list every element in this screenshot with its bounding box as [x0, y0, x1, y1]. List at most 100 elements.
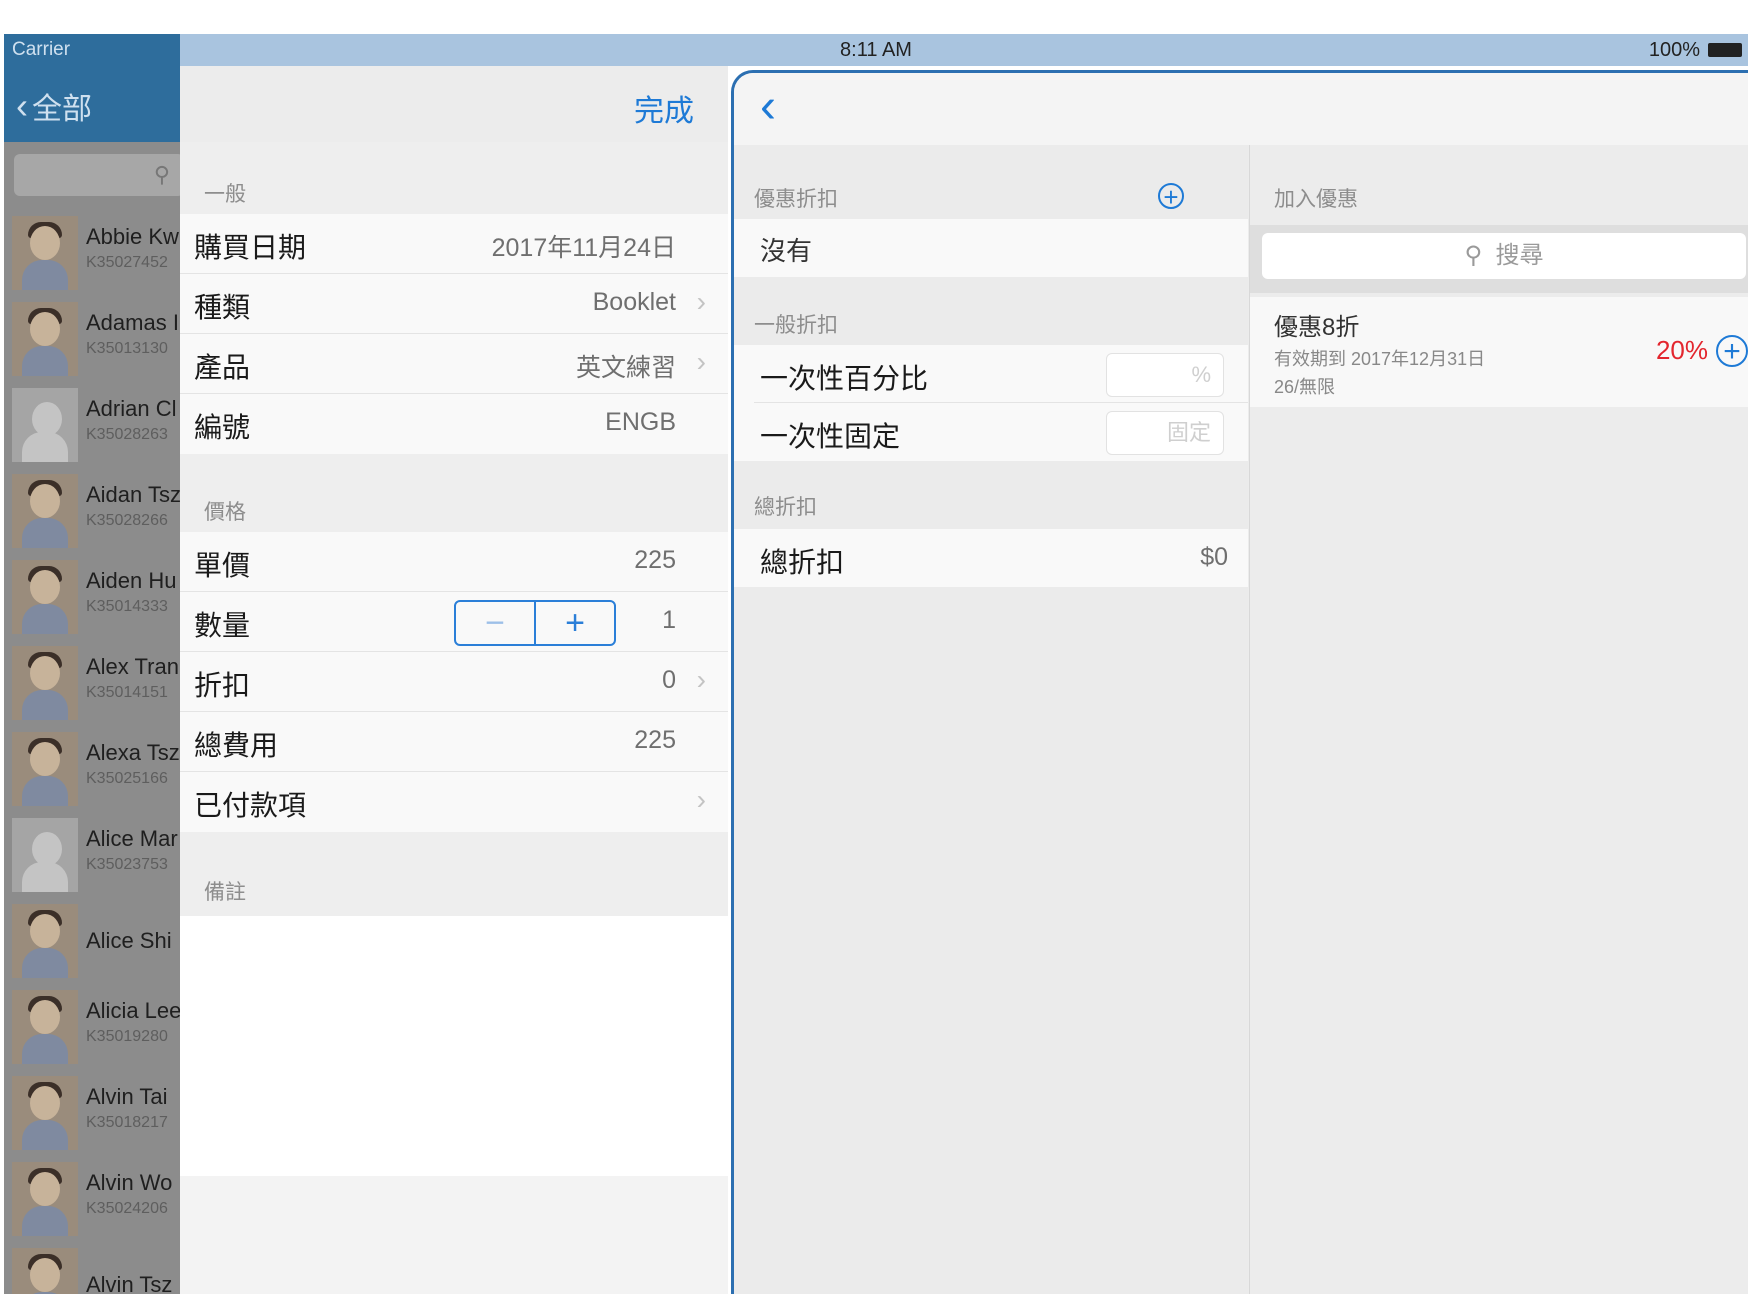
contact-name: Adrian Cl: [86, 396, 177, 421]
notes-section-title: 備註: [204, 881, 246, 904]
contact-name: Alexa Tsz: [86, 740, 180, 765]
total-discount-value: $0: [1200, 543, 1228, 571]
avatar-placeholder-icon: [12, 818, 78, 892]
detail-row-label: 種類: [194, 292, 251, 323]
detail-row-label: 購買日期: [194, 232, 307, 263]
details-footer-area: [180, 1176, 728, 1294]
promo-item-percent: 20%: [1655, 335, 1708, 365]
detail-row: 數量 1 − +: [180, 592, 728, 652]
contact-code: K35014333: [86, 598, 168, 615]
detail-row-label: 產品: [194, 352, 251, 383]
promo-list-item[interactable]: 優惠8折 有效期到 2017年12月31日 26/無限 20% +: [1250, 297, 1748, 407]
detail-row[interactable]: 種類 Booklet ›: [180, 274, 728, 334]
contact-list-item[interactable]: Adamas I K35013130: [4, 296, 180, 382]
contact-name: Adamas I: [86, 310, 179, 335]
contact-name: Alex Tran: [86, 654, 179, 679]
increment-button[interactable]: +: [536, 602, 614, 644]
detail-row: 單價 225: [180, 532, 728, 592]
promo-search-input[interactable]: ⚲ 搜尋: [1262, 233, 1746, 279]
avatar: [12, 1076, 78, 1150]
detail-row-label: 單價: [194, 550, 251, 581]
discount-panel: ‹ 優惠折扣 + 沒有 一般折扣 一次性百分比 % 一次性固定 固定 總折扣 總…: [731, 70, 1748, 1294]
contact-list-item[interactable]: Alice Shi: [4, 898, 180, 984]
avatar: [12, 904, 78, 978]
contact-list-item[interactable]: Aidan Tsz K35028266: [4, 468, 180, 554]
status-bar: Carrier 8:11 AM 100%: [4, 34, 1748, 66]
contact-name: Aiden Hu: [86, 568, 177, 593]
avatar: [12, 646, 78, 720]
avatar: [12, 1162, 78, 1236]
general-section: 購買日期 2017年11月24日 種類 Booklet › 產品 英文練習 › 編號 ENGB: [180, 214, 728, 454]
details-navbar: 完成: [180, 66, 728, 142]
detail-row[interactable]: 已付款項 ›: [180, 772, 728, 832]
chevron-right-icon: ›: [696, 664, 706, 695]
contact-name: Alvin Wo: [86, 1170, 173, 1195]
general-discount-section: 一次性百分比 % 一次性固定 固定: [734, 345, 1248, 461]
detail-row-value: 2017年11月24日: [491, 234, 676, 262]
detail-row-value: ENGB: [605, 408, 676, 436]
contacts-search-input[interactable]: ⚲: [14, 154, 180, 196]
contact-list-item[interactable]: Alvin Tsz: [4, 1242, 180, 1294]
contact-list-item[interactable]: Alicia Lee K35019280: [4, 984, 180, 1070]
quantity-stepper[interactable]: − +: [454, 600, 616, 646]
detail-row-value: 英文練習: [575, 354, 676, 382]
battery-icon: [1708, 43, 1742, 57]
promo-discount-section: 沒有: [734, 219, 1248, 277]
detail-row-value: Booklet: [592, 288, 676, 316]
total-discount-title: 總折扣: [754, 496, 817, 519]
contact-name: Abbie Kw: [86, 224, 179, 249]
contact-name: Alice Mar: [86, 826, 178, 851]
contact-list-item[interactable]: Alvin Tai K35018217: [4, 1070, 180, 1156]
contacts-sidebar: ‹ 全部 ⚲ Abbie Kw K35027452 Adamas I K3501313…: [4, 66, 180, 1294]
contact-code: K35018217: [86, 1114, 168, 1131]
avatar: [12, 216, 78, 290]
fixed-discount-label: 一次性固定: [760, 421, 901, 452]
contact-list-item[interactable]: Alice Mar K35023753: [4, 812, 180, 898]
detail-row-value: 225: [634, 546, 676, 574]
done-button[interactable]: 完成: [634, 86, 694, 130]
avatar: [12, 1248, 78, 1294]
search-icon: ⚲: [1464, 242, 1483, 269]
add-promo-plus-icon[interactable]: +: [1158, 183, 1184, 210]
detail-row: 編號 ENGB: [180, 394, 728, 454]
detail-row-label: 編號: [194, 412, 251, 443]
contact-name: Alvin Tsz: [86, 1272, 173, 1294]
contact-name: Alvin Tai: [86, 1084, 168, 1109]
avatar: [12, 474, 78, 548]
general-discount-title: 一般折扣: [754, 314, 838, 337]
contact-list-item[interactable]: Adrian Cl K35028263: [4, 382, 180, 468]
promo-search-bar: ⚲ 搜尋: [1250, 225, 1748, 293]
percent-discount-label: 一次性百分比: [760, 363, 929, 394]
notes-textarea[interactable]: [180, 916, 728, 1176]
back-to-all-button[interactable]: ‹ 全部: [16, 84, 92, 128]
search-icon: ⚲: [153, 162, 170, 187]
percent-discount-input[interactable]: %: [1106, 353, 1224, 397]
discount-left-column: 優惠折扣 + 沒有 一般折扣 一次性百分比 % 一次性固定 固定 總折扣 總折扣…: [734, 145, 1248, 1294]
chevron-left-icon: ‹: [16, 85, 28, 126]
contact-list-item[interactable]: Alvin Wo K35024206: [4, 1156, 180, 1242]
avatar: [12, 302, 78, 376]
contact-list-item[interactable]: Alexa Tsz K35025166: [4, 726, 180, 812]
detail-row-value: 225: [634, 726, 676, 754]
promo-none-label: 沒有: [760, 236, 813, 266]
detail-row[interactable]: 產品 英文練習 ›: [180, 334, 728, 394]
contact-list-item[interactable]: Alex Tran K35014151: [4, 640, 180, 726]
contact-list-item[interactable]: Abbie Kw K35027452: [4, 210, 180, 296]
general-section-title: 一般: [204, 183, 246, 206]
detail-row-label: 總費用: [194, 730, 279, 761]
detail-row-value: 1: [662, 606, 676, 634]
detail-row-label: 數量: [194, 610, 251, 641]
add-promo-title: 加入優惠: [1274, 188, 1358, 211]
back-chevron-icon[interactable]: ‹: [760, 79, 776, 134]
promo-item-quota: 26/無限: [1274, 377, 1336, 397]
price-section-title: 價格: [204, 501, 246, 524]
detail-row[interactable]: 折扣 0 ›: [180, 652, 728, 712]
contact-name: Alicia Lee: [86, 998, 180, 1023]
contact-code: K35025166: [86, 770, 168, 787]
decrement-button[interactable]: −: [456, 602, 536, 644]
add-promo-item-plus-icon[interactable]: +: [1716, 335, 1748, 367]
total-discount-label: 總折扣: [760, 547, 845, 578]
contact-code: K35014151: [86, 684, 168, 701]
fixed-discount-input[interactable]: 固定: [1106, 411, 1224, 455]
contact-list-item[interactable]: Aiden Hu K35014333: [4, 554, 180, 640]
